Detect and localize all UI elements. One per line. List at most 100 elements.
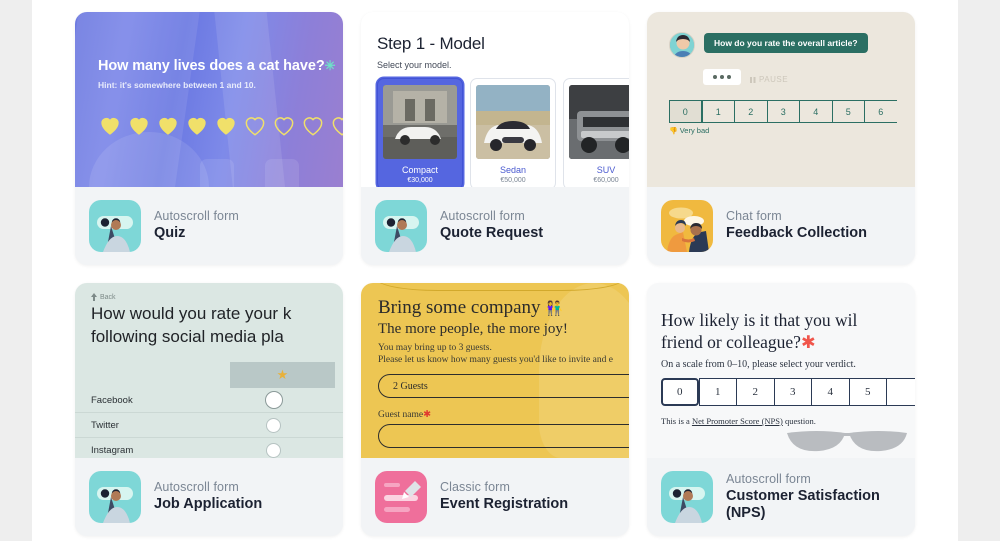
nps-cell-3[interactable]: 3 xyxy=(773,378,811,406)
guest-name-label: Guest name✱ xyxy=(378,409,431,420)
decorative-square xyxy=(200,159,234,187)
table-row[interactable]: Twitter xyxy=(75,413,343,438)
model-price: €60,000 xyxy=(593,177,619,184)
card-title: Job Application xyxy=(154,496,263,513)
nps-cell-4[interactable]: 4 xyxy=(811,378,849,406)
back-button[interactable]: Back xyxy=(91,293,116,301)
scale-cell-3[interactable]: 3 xyxy=(766,100,799,123)
template-card-job-application[interactable]: Back How would you rate your k following… xyxy=(75,283,343,536)
content-area: How many lives does a cat have?✳ Hint: i… xyxy=(32,0,958,541)
card-meta: Autoscroll form Job Application xyxy=(75,458,343,536)
quote-preview: Step 1 - Model Select your model. Compac… xyxy=(361,12,629,187)
guest-name-input[interactable] xyxy=(378,424,629,448)
nps-cell-2[interactable]: 2 xyxy=(736,378,774,406)
feedback-preview: How do you rate the overall article? PAU… xyxy=(647,12,915,187)
card-meta: Autoscroll form Quiz xyxy=(75,187,343,265)
card-title: Quiz xyxy=(154,225,186,242)
template-grid: How many lives does a cat have?✳ Hint: i… xyxy=(75,12,915,536)
model-option-sedan[interactable]: Sedan €50,000 xyxy=(470,78,556,187)
nps-cell-6[interactable] xyxy=(886,378,915,406)
template-card-feedback-collection[interactable]: How do you rate the overall article? PAU… xyxy=(647,12,915,265)
typing-indicator xyxy=(703,69,741,85)
model-price: €50,000 xyxy=(500,177,526,184)
required-asterisk-icon: ✳ xyxy=(324,58,336,73)
nps-cell-5[interactable]: 5 xyxy=(848,378,886,406)
row-label: Twitter xyxy=(91,419,119,431)
nps-preview: How likely is it that you wil friend or … xyxy=(647,283,915,458)
nps-cell-0[interactable]: 0 xyxy=(661,378,699,406)
heart-filled-icon[interactable] xyxy=(126,112,152,138)
quiz-heart-rating[interactable] xyxy=(97,112,343,138)
radio-button[interactable] xyxy=(266,417,281,433)
card-title: Customer Satisfaction (NPS) xyxy=(726,487,880,521)
table-row[interactable]: Facebook xyxy=(75,388,343,413)
nps-question: How likely is it that you wil friend or … xyxy=(661,309,915,354)
decorative-square xyxy=(265,159,299,187)
template-card-event-registration[interactable]: Bring some company 👫 The more people, th… xyxy=(361,283,629,536)
radio-button[interactable] xyxy=(265,391,283,409)
pause-control[interactable]: PAUSE xyxy=(750,75,788,84)
heart-filled-icon[interactable] xyxy=(97,112,123,138)
radio-button[interactable] xyxy=(266,442,281,458)
scale-low-text: Very bad xyxy=(679,126,710,135)
card-meta-text: Autoscroll form Customer Satisfaction (N… xyxy=(726,472,901,522)
quiz-question-text: How many lives does a cat have? xyxy=(98,58,325,74)
two-people-chat-icon xyxy=(661,200,713,252)
job-question-line1: How would you rate your k xyxy=(91,304,292,323)
nps-footnote-link[interactable]: Net Promoter Score (NPS) xyxy=(692,416,783,426)
model-thumbnail xyxy=(569,85,629,159)
scale-cell-6[interactable]: 6 xyxy=(864,100,897,123)
scale-low-label: 👎 Very bad xyxy=(669,126,709,135)
heart-filled-icon[interactable] xyxy=(213,112,239,138)
heart-filled-icon[interactable] xyxy=(184,112,210,138)
model-thumbnail xyxy=(383,85,457,159)
model-option-suv[interactable]: SUV €60,000 xyxy=(563,78,629,187)
back-label: Back xyxy=(100,293,116,301)
scale-cell-4[interactable]: 4 xyxy=(799,100,832,123)
scale-cell-0[interactable]: 0 xyxy=(669,100,702,123)
heart-outline-icon[interactable] xyxy=(271,112,297,138)
binoculars-person-icon xyxy=(89,471,141,523)
card-meta-text: Chat form Feedback Collection xyxy=(726,209,867,242)
nps-footnote-post: question. xyxy=(782,416,816,426)
rating-scale[interactable]: 0 1 2 3 4 5 6 xyxy=(669,100,897,123)
model-thumbnail xyxy=(476,85,550,159)
binoculars-person-icon xyxy=(375,200,427,252)
template-card-quiz[interactable]: How many lives does a cat have?✳ Hint: i… xyxy=(75,12,343,265)
quiz-hint: Hint: it's somewhere between 1 and 10. xyxy=(98,80,256,90)
heart-filled-icon[interactable] xyxy=(155,112,181,138)
star-icon: ★ xyxy=(276,367,289,382)
typing-dot xyxy=(727,75,731,79)
quote-step-title: Step 1 - Model xyxy=(377,34,485,53)
scale-cell-2[interactable]: 2 xyxy=(734,100,767,123)
required-asterisk-icon: ✱ xyxy=(800,332,816,353)
job-question-line2: following social media pla xyxy=(91,326,284,346)
template-card-quote-request[interactable]: Step 1 - Model Select your model. Compac… xyxy=(361,12,629,265)
event-title: Bring some company 👫 xyxy=(378,297,563,319)
scale-cell-1[interactable]: 1 xyxy=(701,100,734,123)
required-asterisk-icon: ✱ xyxy=(423,410,432,420)
model-option-list: Compact €30,000 Sedan €50,000 SUV €60,00… xyxy=(377,78,629,187)
nps-question-line2: friend or colleague?✱ xyxy=(661,331,915,353)
template-card-customer-satisfaction-nps[interactable]: How likely is it that you wil friend or … xyxy=(647,283,915,536)
heart-outline-icon[interactable] xyxy=(300,112,326,138)
binoculars-person-icon xyxy=(89,200,141,252)
card-meta: Autoscroll form Customer Satisfaction (N… xyxy=(647,458,915,536)
guest-count-select[interactable]: 2 Guests xyxy=(378,374,629,398)
decorative-arc xyxy=(375,283,625,291)
model-option-compact[interactable]: Compact €30,000 xyxy=(377,78,463,187)
quiz-question: How many lives does a cat have?✳ xyxy=(98,58,335,74)
scale-cell-5[interactable]: 5 xyxy=(831,100,864,123)
form-pen-icon xyxy=(375,471,427,523)
nps-cell-1[interactable]: 1 xyxy=(698,378,736,406)
event-line2: Please let us know how many guests you'd… xyxy=(378,355,613,365)
table-row[interactable]: Instagram xyxy=(75,438,343,458)
arrow-up-icon xyxy=(91,293,97,301)
heart-outline-icon[interactable] xyxy=(329,112,343,138)
quote-step-subtitle: Select your model. xyxy=(377,60,452,70)
nps-rating-scale[interactable]: 0 1 2 3 4 5 xyxy=(661,378,915,406)
card-meta: Classic form Event Registration xyxy=(361,458,629,536)
heart-outline-icon[interactable] xyxy=(242,112,268,138)
model-name: Compact xyxy=(401,165,438,175)
couple-icon: 👫 xyxy=(545,302,563,317)
